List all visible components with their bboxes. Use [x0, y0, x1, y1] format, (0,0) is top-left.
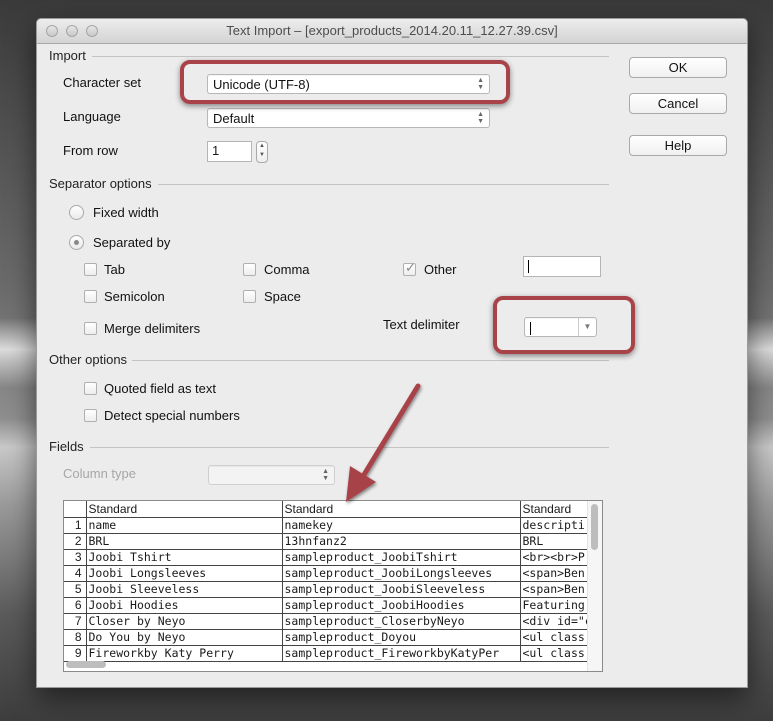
table-cell[interactable]: Closer by Neyo [86, 613, 283, 630]
language-label: Language [63, 109, 121, 124]
table-cell[interactable]: sampleproduct_JoobiTshirt [282, 549, 521, 566]
row-number-cell[interactable]: 5 [64, 581, 87, 598]
row-number-cell[interactable]: 4 [64, 565, 87, 582]
other-options-divider [132, 360, 609, 361]
row-number-header [64, 501, 87, 518]
fixed-width-radio[interactable] [69, 205, 84, 220]
space-label: Space [264, 289, 301, 304]
character-set-label: Character set [63, 75, 142, 90]
separator-section-label: Separator options [49, 176, 152, 191]
ok-button[interactable]: OK [629, 57, 727, 78]
table-cell[interactable]: namekey [282, 517, 521, 534]
fields-preview-grid[interactable]: Standard Standard Standard 1 name namekey d… [63, 500, 603, 672]
tab-label: Tab [104, 262, 125, 277]
row-number-cell[interactable]: 2 [64, 533, 87, 550]
column-type-select[interactable]: ▲ ▼ [208, 465, 335, 485]
table-cell[interactable]: sampleproduct_FireworkbyKatyPer [282, 645, 521, 662]
table-row[interactable]: 1 name namekey descripti [64, 517, 601, 534]
other-label: Other [424, 262, 457, 277]
other-checkbox[interactable] [403, 260, 416, 276]
table-cell[interactable]: Joobi Sleeveless [86, 581, 283, 598]
cancel-button[interactable]: Cancel [629, 93, 727, 114]
text-delimiter-label: Text delimiter [383, 317, 460, 332]
comma-label: Comma [264, 262, 310, 277]
table-row[interactable]: 4 Joobi Longsleeves sampleproduct_JoobiLon… [64, 565, 601, 582]
fields-section-label: Fields [49, 439, 84, 454]
row-number-cell[interactable]: 3 [64, 549, 87, 566]
table-row[interactable]: 6 Joobi Hoodies sampleproduct_JoobiHoodies… [64, 597, 601, 614]
quoted-field-label: Quoted field as text [104, 381, 217, 396]
comma-checkbox[interactable] [243, 263, 256, 276]
from-row-stepper[interactable]: ▲ ▼ [256, 141, 268, 163]
table-cell[interactable]: BRL [86, 533, 283, 550]
semicolon-checkbox[interactable] [84, 290, 97, 303]
language-value: Default [213, 111, 255, 126]
tab-checkbox[interactable] [84, 263, 97, 276]
other-options-section-label: Other options [49, 352, 128, 367]
text-delimiter-highlight [493, 296, 635, 354]
row-number-cell[interactable]: 9 [64, 645, 87, 662]
row-number-cell[interactable]: 6 [64, 597, 87, 614]
detect-special-numbers-label: Detect special numbers [104, 408, 240, 423]
table-cell[interactable]: sampleproduct_Doyou [282, 629, 521, 646]
from-row-input[interactable]: 1 [207, 141, 252, 162]
help-button[interactable]: Help [629, 135, 727, 156]
preview-table-body: 1 name namekey descripti 2 BRL 13hnfanz2 BRL 3 Jo… [64, 517, 601, 662]
fixed-width-label: Fixed width [93, 205, 159, 220]
table-row[interactable]: 5 Joobi Sleeveless sampleproduct_JoobiSlee… [64, 581, 601, 598]
column-header[interactable]: Standard [86, 501, 283, 518]
merge-delimiters-label: Merge delimiters [104, 321, 201, 336]
text-caret [528, 260, 529, 274]
table-cell[interactable]: Do You by Neyo [86, 629, 283, 646]
table-row[interactable]: 2 BRL 13hnfanz2 BRL [64, 533, 601, 550]
table-cell[interactable]: Joobi Longsleeves [86, 565, 283, 582]
row-number-cell[interactable]: 8 [64, 629, 87, 646]
table-cell[interactable]: sampleproduct_JoobiSleeveless [282, 581, 521, 598]
table-cell[interactable]: sampleproduct_JoobiLongsleeves [282, 565, 521, 582]
window-title: Text Import – [export_products_2014.20.1… [226, 23, 558, 38]
language-select[interactable]: Default ▲ ▼ [207, 108, 490, 128]
table-cell[interactable]: sampleproduct_JoobiHoodies [282, 597, 521, 614]
table-row[interactable]: 3 Joobi Tshirt sampleproduct_JoobiTshirt <b… [64, 549, 601, 566]
import-divider [92, 56, 609, 57]
updown-arrows-icon: ▲ ▼ [322, 468, 329, 482]
table-row[interactable]: 9 Fireworkby Katy Perry sampleproduct_Fire… [64, 645, 601, 662]
quoted-field-checkbox[interactable] [84, 382, 97, 395]
table-row[interactable]: 7 Closer by Neyo sampleproduct_CloserbyNey… [64, 613, 601, 630]
separated-by-label: Separated by [93, 235, 171, 250]
character-set-highlight [180, 60, 510, 104]
column-type-label: Column type [63, 466, 136, 481]
detect-special-numbers-checkbox[interactable] [84, 409, 97, 422]
space-checkbox[interactable] [243, 290, 256, 303]
table-cell[interactable]: Joobi Tshirt [86, 549, 283, 566]
row-number-cell[interactable]: 7 [64, 613, 87, 630]
table-row[interactable]: 8 Do You by Neyo sampleproduct_Doyou <ul cl… [64, 629, 601, 646]
table-cell[interactable]: Joobi Hoodies [86, 597, 283, 614]
vertical-scrollbar[interactable] [591, 504, 598, 550]
table-cell[interactable]: name [86, 517, 283, 534]
row-number-cell[interactable]: 1 [64, 517, 87, 534]
import-section-label: Import [49, 48, 86, 63]
table-cell[interactable]: sampleproduct_CloserbyNeyo [282, 613, 521, 630]
from-row-label: From row [63, 143, 118, 158]
separated-by-radio[interactable] [69, 235, 84, 250]
horizontal-scrollbar[interactable] [66, 661, 106, 668]
table-cell[interactable]: Fireworkby Katy Perry [86, 645, 283, 662]
semicolon-label: Semicolon [104, 289, 165, 304]
separator-divider [158, 184, 609, 185]
annotation-arrow-icon [346, 383, 421, 502]
merge-delimiters-checkbox[interactable] [84, 322, 97, 335]
table-cell[interactable]: 13hnfanz2 [282, 533, 521, 550]
preview-table: Standard Standard Standard 1 name namekey d… [64, 501, 601, 662]
other-delimiter-input[interactable] [523, 256, 601, 277]
updown-arrows-icon: ▲ ▼ [477, 111, 484, 125]
title-bar: Text Import – [export_products_2014.20.1… [37, 19, 747, 44]
